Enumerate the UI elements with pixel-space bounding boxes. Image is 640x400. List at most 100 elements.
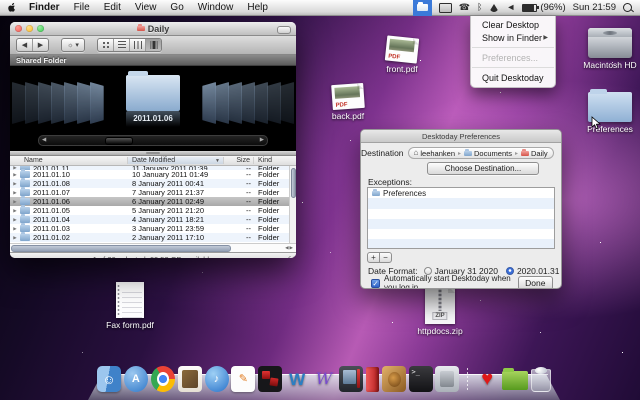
coverflow-scroll-thumb[interactable] <box>105 137 133 145</box>
display-menu-extra-icon[interactable] <box>439 3 452 13</box>
coverflow-folder[interactable] <box>51 82 65 124</box>
resize-grip[interactable] <box>287 256 295 258</box>
disclosure-triangle-icon[interactable]: ▶ <box>10 226 20 232</box>
menu-item-clear-desktop[interactable]: Clear Desktop <box>471 18 555 31</box>
toolbar-toggle-button[interactable] <box>277 26 291 34</box>
menubar-clock[interactable]: Sun 21:59 <box>573 2 616 13</box>
disclosure-triangle-icon[interactable]: ▶ <box>10 208 20 214</box>
coverflow-folder[interactable] <box>241 82 255 124</box>
horizontal-scroll-thumb[interactable] <box>11 245 231 252</box>
dock-iphoto[interactable] <box>178 366 202 392</box>
file-row-2011-01-07[interactable]: ▶2011.01.077 January 2011 21:37--Folder <box>10 188 296 197</box>
disclosure-triangle-icon[interactable]: ▶ <box>10 217 20 223</box>
back-button[interactable]: ◀ <box>17 39 33 51</box>
dock-app-store[interactable]: A <box>124 366 148 392</box>
dock-trash[interactable] <box>531 369 551 392</box>
icon-view-button[interactable] <box>98 39 114 51</box>
coverflow-folder[interactable] <box>215 82 229 124</box>
dock-finder[interactable]: ☺ <box>97 366 121 392</box>
exceptions-list[interactable]: Preferences <box>367 187 555 249</box>
coverflow-scrollbar[interactable]: ◀ ▶ <box>38 135 268 146</box>
menu-go[interactable]: Go <box>163 2 190 13</box>
file-row-2011-01-02[interactable]: ▶2011.01.022 January 2011 17:10--Folder <box>10 233 296 242</box>
dock-green-folder[interactable] <box>502 371 528 390</box>
list-view-button[interactable] <box>114 39 130 51</box>
coverflow-folder[interactable] <box>64 82 78 124</box>
done-button[interactable]: Done <box>518 276 553 289</box>
divider-handle[interactable] <box>146 152 160 155</box>
minimize-button[interactable] <box>26 25 33 32</box>
menu-help[interactable]: Help <box>240 2 275 13</box>
destination-path[interactable]: ⌂leehanken▸Documents▸Daily <box>408 147 554 159</box>
path-segment-daily[interactable]: Daily <box>521 149 548 158</box>
remove-exception-button[interactable]: − <box>379 252 392 263</box>
disclosure-triangle-icon[interactable]: ▶ <box>10 172 20 178</box>
exception-item[interactable]: Preferences <box>368 188 554 198</box>
column-header-name[interactable]: Name <box>10 157 128 164</box>
battery-menu-extra[interactable]: (96%) <box>522 2 565 13</box>
vertical-scroll-thumb[interactable] <box>291 168 296 198</box>
file-row-2011-01-08[interactable]: ▶2011.01.088 January 2011 00:41--Folder <box>10 179 296 188</box>
zoom-button[interactable] <box>37 25 44 32</box>
file-row-2011-01-10[interactable]: ▶2011.01.1010 January 2011 01:49--Folder <box>10 170 296 179</box>
file-row-2011-01-03[interactable]: ▶2011.01.033 January 2011 23:59--Folder <box>10 224 296 233</box>
coverflow-folder[interactable] <box>12 82 26 124</box>
dock-lion-game[interactable] <box>382 366 406 392</box>
dialog-titlebar[interactable]: Desktoday Preferences <box>361 130 561 143</box>
disclosure-triangle-icon[interactable]: ▶ <box>10 190 20 196</box>
desktop-icon-httpdocs-zip[interactable]: ZIP httpdocs.zip <box>412 286 468 336</box>
menu-edit[interactable]: Edit <box>97 2 128 13</box>
coverflow-folder[interactable] <box>25 82 39 124</box>
coverflow-folder[interactable] <box>267 82 281 124</box>
coverflow-selected-item[interactable]: 2011.01.06 <box>126 75 180 123</box>
dock-word[interactable]: W <box>285 366 309 392</box>
coverflow-view-button[interactable] <box>146 39 161 51</box>
menu-finder[interactable]: Finder <box>22 2 67 13</box>
dock-itunes[interactable]: ♪ <box>205 366 229 392</box>
dock-script-w[interactable]: W <box>312 366 336 392</box>
coverflow-folder[interactable] <box>90 82 104 124</box>
coverflow-folder[interactable] <box>280 82 294 124</box>
dock-terminal[interactable]: >_ <box>409 366 433 392</box>
horizontal-scroll-arrows[interactable]: ◀▶ <box>285 245 294 251</box>
apple-menu-icon[interactable] <box>6 2 18 14</box>
choose-destination-button[interactable]: Choose Destination... <box>427 162 539 175</box>
action-menu-button[interactable]: ☼ ▾ <box>61 38 85 52</box>
coverflow-folder[interactable] <box>202 82 216 124</box>
column-view-button[interactable] <box>130 39 146 51</box>
volume-menu-extra-icon[interactable]: ◄ <box>506 3 515 12</box>
coverflow-folder[interactable] <box>254 82 268 124</box>
desktop-icon-fax-form-pdf[interactable]: Fax form.pdf <box>102 282 158 330</box>
dock-sketch-app[interactable]: ✎ <box>231 366 255 392</box>
modem-menu-extra-icon[interactable]: ☎ <box>459 3 470 12</box>
bluetooth-menu-extra-icon[interactable]: ᛒ <box>477 3 482 12</box>
dock-heart[interactable]: ♥ <box>475 366 499 392</box>
dock-dice-game[interactable] <box>258 366 282 392</box>
coverflow-scroll-right-icon[interactable]: ▶ <box>260 137 264 144</box>
disclosure-triangle-icon[interactable]: ▶ <box>10 181 20 187</box>
horizontal-scrollbar[interactable]: ◀▶ <box>10 243 296 252</box>
column-header-date-modified[interactable]: Date Modified ▼ <box>128 157 224 164</box>
pane-divider[interactable] <box>10 151 296 156</box>
coverflow-folder[interactable] <box>38 82 52 124</box>
file-row-2011-01-06[interactable]: ▶2011.01.066 January 2011 02:49--Folder <box>10 197 296 206</box>
dock-remote-desktop[interactable] <box>339 366 363 392</box>
disclosure-triangle-icon[interactable]: ▶ <box>10 199 20 205</box>
coverflow-folder[interactable] <box>77 82 91 124</box>
menu-file[interactable]: File <box>67 2 97 13</box>
desktop-icon-front-pdf[interactable]: PDF front.pdf <box>374 37 430 74</box>
coverflow-folder-icon[interactable] <box>126 75 180 111</box>
disclosure-triangle-icon[interactable]: ▶ <box>10 166 20 170</box>
path-segment-leehanken[interactable]: ⌂leehanken <box>414 149 455 158</box>
autostart-checkbox[interactable]: ✓ <box>371 279 380 288</box>
path-segment-documents[interactable]: Documents <box>464 149 512 158</box>
coverflow-folder[interactable] <box>228 82 242 124</box>
spotlight-icon[interactable] <box>623 3 632 12</box>
disclosure-triangle-icon[interactable]: ▶ <box>10 235 20 241</box>
desktoday-menu-extra[interactable] <box>413 0 432 16</box>
menu-view[interactable]: View <box>128 2 164 13</box>
menu-item-show-in-finder[interactable]: Show in Finder▶ <box>471 31 555 44</box>
vertical-scrollbar[interactable] <box>289 166 296 243</box>
window-titlebar[interactable]: Daily <box>10 22 296 36</box>
column-header-size[interactable]: Size <box>224 157 254 164</box>
